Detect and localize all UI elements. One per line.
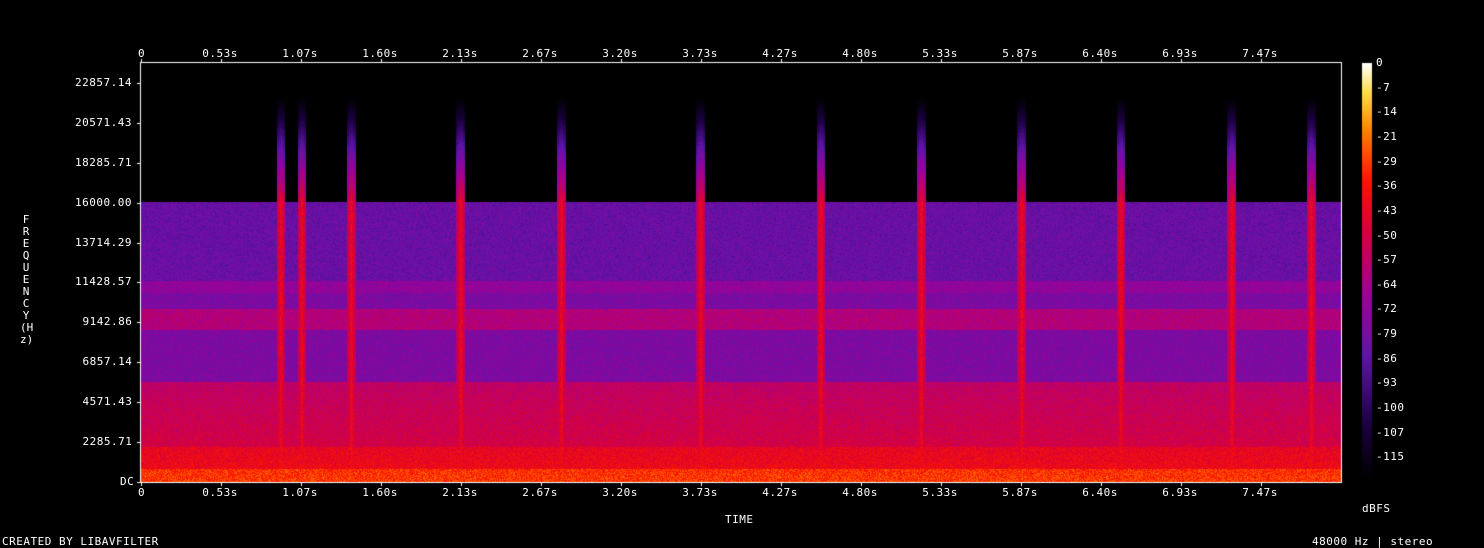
x-tick-bottom: 1.60s bbox=[362, 486, 398, 499]
x-tick-bottom: 4.27s bbox=[762, 486, 798, 499]
x-tick-top: 1.07s bbox=[282, 47, 318, 60]
x-tick-top: 2.13s bbox=[442, 47, 478, 60]
x-tick-top: 2.67s bbox=[522, 47, 558, 60]
colorbar-tick: 0 bbox=[1376, 56, 1384, 69]
y-tick: 16000.00 bbox=[75, 196, 132, 209]
colorbar-tick: -79 bbox=[1376, 327, 1398, 340]
x-tick-top: 5.87s bbox=[1002, 47, 1038, 60]
x-tick-bottom: 5.33s bbox=[922, 486, 958, 499]
colorbar-tick: -64 bbox=[1376, 278, 1398, 291]
colorbar-tick: -86 bbox=[1376, 352, 1398, 365]
footer-format: 48000 Hz | stereo bbox=[1312, 535, 1434, 548]
colorbar-tick: -7 bbox=[1376, 81, 1391, 94]
x-tick-top: 0.53s bbox=[202, 47, 238, 60]
x-tick-bottom: 2.67s bbox=[522, 486, 558, 499]
y-tick: 22857.14 bbox=[75, 76, 132, 89]
x-axis-label: TIME bbox=[725, 513, 754, 526]
x-tick-bottom: 5.87s bbox=[1002, 486, 1038, 499]
y-axis-label: FREQUENCY (Hz) bbox=[20, 213, 34, 346]
spectrogram-canvas bbox=[0, 0, 1484, 548]
footer-credit: CREATED BY LIBAVFILTER bbox=[2, 535, 159, 548]
x-tick-bottom: 2.13s bbox=[442, 486, 478, 499]
colorbar-tick: -57 bbox=[1376, 253, 1398, 266]
y-tick: DC bbox=[120, 475, 135, 488]
y-tick: 13714.29 bbox=[75, 236, 132, 249]
x-tick-top: 6.40s bbox=[1082, 47, 1118, 60]
x-tick-bottom: 6.93s bbox=[1162, 486, 1198, 499]
x-tick-top: 4.27s bbox=[762, 47, 798, 60]
colorbar-tick: -93 bbox=[1376, 376, 1398, 389]
colorbar-tick: -100 bbox=[1376, 401, 1405, 414]
colorbar-tick: -36 bbox=[1376, 179, 1398, 192]
y-tick: 6857.14 bbox=[82, 355, 133, 368]
colorbar-tick: -21 bbox=[1376, 130, 1398, 143]
y-tick: 4571.43 bbox=[82, 395, 133, 408]
colorbar-tick: -43 bbox=[1376, 204, 1398, 217]
colorbar-unit-label: dBFS bbox=[1362, 502, 1391, 515]
x-tick-bottom: 4.80s bbox=[842, 486, 878, 499]
x-tick-top: 6.93s bbox=[1162, 47, 1198, 60]
y-tick: 2285.71 bbox=[82, 435, 133, 448]
y-tick: 18285.71 bbox=[75, 156, 132, 169]
x-tick-bottom: 7.47s bbox=[1242, 486, 1278, 499]
x-tick-top: 1.60s bbox=[362, 47, 398, 60]
x-tick-bottom: 0 bbox=[138, 486, 146, 499]
x-tick-bottom: 6.40s bbox=[1082, 486, 1118, 499]
x-tick-top: 7.47s bbox=[1242, 47, 1278, 60]
x-tick-bottom: 0.53s bbox=[202, 486, 238, 499]
x-tick-top: 0 bbox=[138, 47, 146, 60]
x-tick-top: 5.33s bbox=[922, 47, 958, 60]
x-tick-bottom: 3.20s bbox=[602, 486, 638, 499]
colorbar-tick: -72 bbox=[1376, 302, 1398, 315]
colorbar-tick: -115 bbox=[1376, 450, 1405, 463]
x-tick-top: 3.20s bbox=[602, 47, 638, 60]
x-tick-top: 4.80s bbox=[842, 47, 878, 60]
colorbar-tick: -14 bbox=[1376, 105, 1398, 118]
x-tick-bottom: 3.73s bbox=[682, 486, 718, 499]
x-tick-top: 3.73s bbox=[682, 47, 718, 60]
x-tick-bottom: 1.07s bbox=[282, 486, 318, 499]
colorbar-tick: -29 bbox=[1376, 155, 1398, 168]
colorbar-tick: -50 bbox=[1376, 229, 1398, 242]
y-tick: 11428.57 bbox=[75, 275, 132, 288]
y-tick: 20571.43 bbox=[75, 116, 132, 129]
y-tick: 9142.86 bbox=[82, 315, 133, 328]
colorbar-tick: -107 bbox=[1376, 426, 1405, 439]
